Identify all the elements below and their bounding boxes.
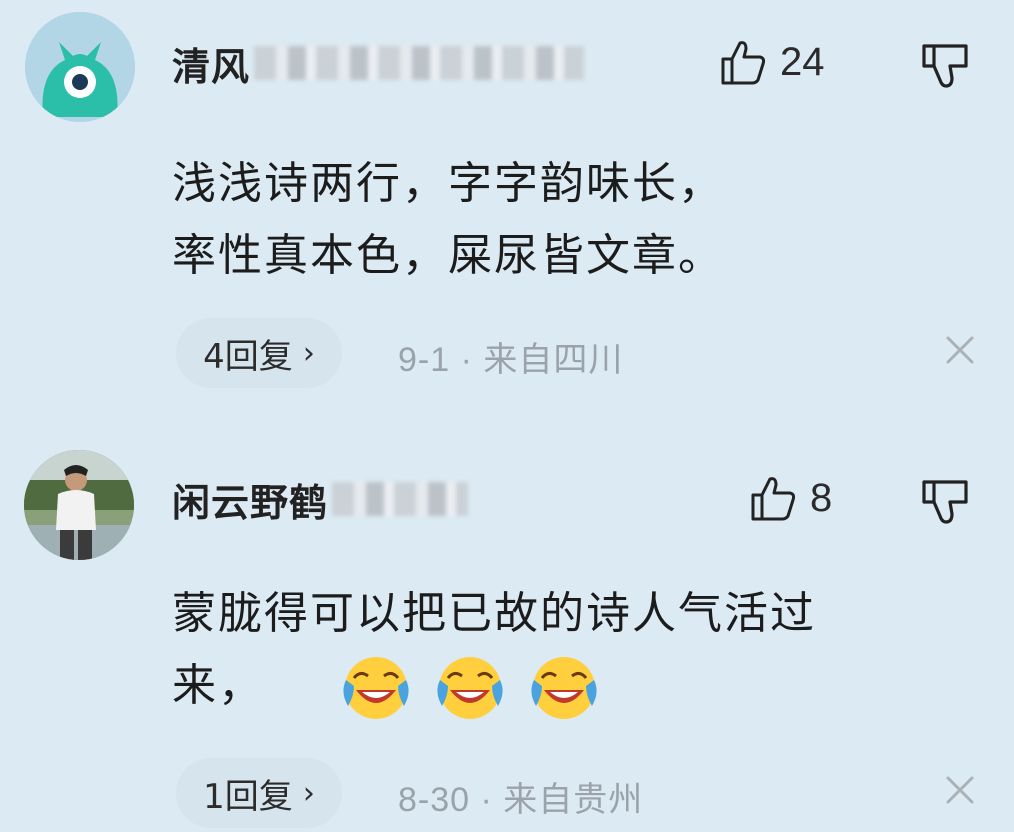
- comment-location: 来自贵州: [503, 781, 644, 819]
- blurred-username-suffix: [254, 46, 585, 80]
- thumbs-down-icon: [922, 44, 968, 88]
- thumbs-up-icon: [751, 477, 796, 521]
- username[interactable]: 清风: [172, 36, 250, 91]
- person-photo-avatar: [24, 450, 134, 560]
- comment-meta: 9-1 · 来自四川: [398, 332, 623, 381]
- replies-button[interactable]: 4回复 ›: [176, 318, 342, 388]
- comment-item: 闲云野鹤 8 蒙胧得可以把已故的诗人气活过 来， 1回复 › 8-30 · 来自…: [0, 440, 1014, 832]
- comment-line: 来，: [172, 660, 264, 711]
- comment-location: 来自四川: [483, 341, 624, 379]
- like-button[interactable]: 24: [718, 34, 825, 90]
- avatar[interactable]: [25, 12, 135, 122]
- meta-separator: ·: [480, 781, 493, 819]
- laughing-crying-emoji-icon: [437, 657, 503, 719]
- laughing-crying-emoji-icon: [343, 657, 409, 719]
- like-count: 8: [810, 475, 833, 520]
- comment-line: 蒙胧得可以把已故的诗人气活过: [172, 588, 816, 639]
- avatar[interactable]: [24, 450, 134, 560]
- like-button[interactable]: 8: [748, 470, 832, 526]
- blurred-username-suffix: [332, 482, 469, 516]
- dislike-button[interactable]: [920, 476, 972, 532]
- comment-date: 8-30: [398, 781, 471, 819]
- close-icon: [946, 336, 974, 364]
- username-row: 清风: [172, 36, 585, 91]
- close-button[interactable]: [944, 334, 976, 370]
- close-icon: [946, 776, 974, 804]
- comment-item: 清风 24 浅浅诗两行，字字韵味长， 率性真本色，屎尿皆文章。 4回复 › 9-…: [0, 0, 1014, 420]
- chevron-right-icon: ›: [302, 775, 315, 811]
- like-count: 24: [780, 39, 825, 84]
- comment-line: 率性真本色，屎尿皆文章。: [172, 230, 724, 281]
- thumbs-up-icon: [721, 41, 766, 85]
- dislike-button[interactable]: [920, 40, 972, 96]
- laughing-crying-emoji-icon: [531, 657, 597, 719]
- comment-meta: 8-30 · 来自贵州: [398, 772, 643, 821]
- replies-button[interactable]: 1回复 ›: [176, 758, 342, 828]
- reply-count-label: 1回复: [203, 776, 293, 817]
- thumbs-down-icon: [922, 480, 968, 524]
- comment-text: 蒙胧得可以把已故的诗人气活过 来，: [172, 578, 816, 724]
- comment-line-with-emoji: 来，: [172, 650, 816, 724]
- close-button[interactable]: [944, 774, 976, 810]
- comment-date: 9-1: [398, 341, 451, 379]
- reply-count-label: 4回复: [203, 336, 293, 377]
- meta-separator: ·: [460, 341, 473, 379]
- chevron-right-icon: ›: [302, 335, 315, 371]
- comment-line: 浅浅诗两行，字字韵味长，: [172, 158, 724, 209]
- comment-text: 浅浅诗两行，字字韵味长， 率性真本色，屎尿皆文章。: [172, 148, 724, 292]
- username[interactable]: 闲云野鹤: [172, 472, 328, 527]
- monster-avatar-icon: [25, 12, 135, 122]
- username-row: 闲云野鹤: [172, 472, 469, 527]
